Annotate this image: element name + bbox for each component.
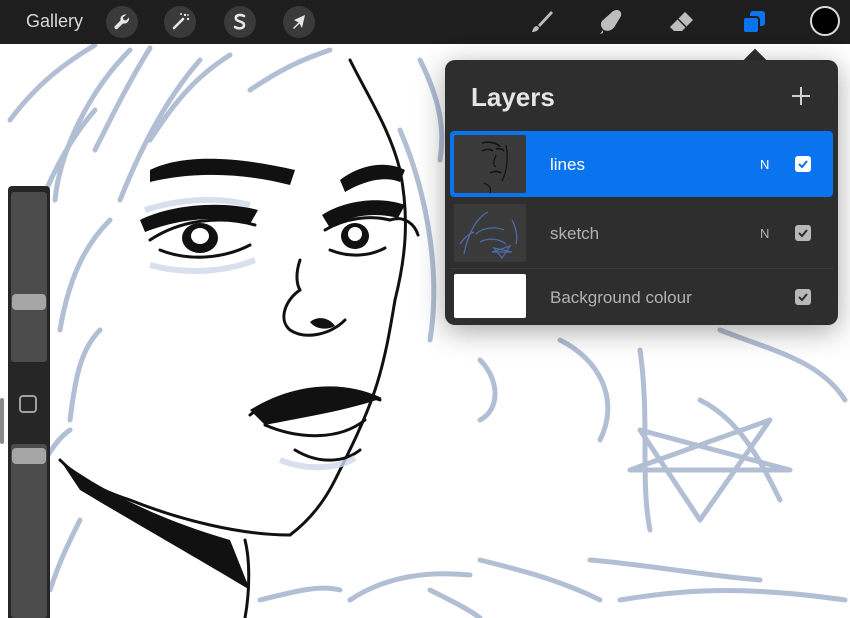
actions-button[interactable] — [106, 6, 138, 38]
layer-row-lines[interactable]: lines N — [450, 131, 833, 197]
layer-thumbnail — [454, 204, 526, 262]
brush-size-handle[interactable] — [12, 294, 46, 310]
layer-visibility-checkbox[interactable] — [795, 225, 811, 241]
transform-button[interactable] — [283, 6, 315, 38]
layer-name: lines — [550, 155, 585, 174]
gallery-button[interactable]: Gallery — [26, 11, 83, 32]
eraser-tool[interactable] — [666, 6, 698, 38]
layer-thumbnail — [454, 274, 526, 318]
checkmark-icon — [798, 229, 808, 238]
layer-row-background-colour[interactable]: Background colour — [450, 268, 833, 324]
brush-tool[interactable] — [525, 6, 557, 38]
blend-mode-button[interactable]: N — [760, 226, 769, 241]
layer-name: Background colour — [550, 288, 692, 307]
modify-button[interactable] — [19, 395, 37, 413]
opacity-handle[interactable] — [12, 448, 46, 464]
layers-panel: Layers lines N sketch N Background colou… — [445, 60, 838, 325]
adjustments-button[interactable] — [164, 6, 196, 38]
left-sidebar — [8, 186, 50, 618]
wrench-icon — [114, 14, 130, 30]
checkmark-icon — [798, 160, 808, 169]
layer-visibility-checkbox[interactable] — [795, 156, 811, 172]
layer-visibility-checkbox[interactable] — [795, 289, 811, 305]
arrow-cursor-icon — [293, 15, 305, 29]
layer-row-sketch[interactable]: sketch N — [450, 200, 833, 266]
opacity-slider[interactable] — [11, 444, 47, 618]
layers-tool[interactable] — [738, 6, 770, 38]
layers-icon — [742, 11, 765, 34]
magic-wand-icon — [172, 13, 190, 30]
brush-size-slider[interactable] — [11, 192, 47, 362]
selection-s-icon — [233, 13, 246, 30]
blend-mode-button[interactable]: N — [760, 157, 769, 172]
selection-button[interactable] — [224, 6, 256, 38]
eraser-icon — [670, 12, 693, 31]
smudge-tool[interactable] — [595, 6, 627, 38]
color-picker-button[interactable] — [810, 6, 840, 36]
sidebar-edge-handle[interactable] — [0, 398, 4, 444]
plus-icon — [792, 87, 810, 105]
checkmark-icon — [798, 293, 808, 302]
smudge-finger-icon — [600, 10, 622, 34]
layer-thumbnail — [454, 135, 526, 193]
layers-title: Layers — [471, 82, 555, 112]
add-layer-button[interactable] — [789, 84, 813, 108]
top-toolbar: Gallery — [0, 0, 850, 44]
brush-icon — [532, 11, 553, 32]
layer-name: sketch — [550, 224, 600, 243]
